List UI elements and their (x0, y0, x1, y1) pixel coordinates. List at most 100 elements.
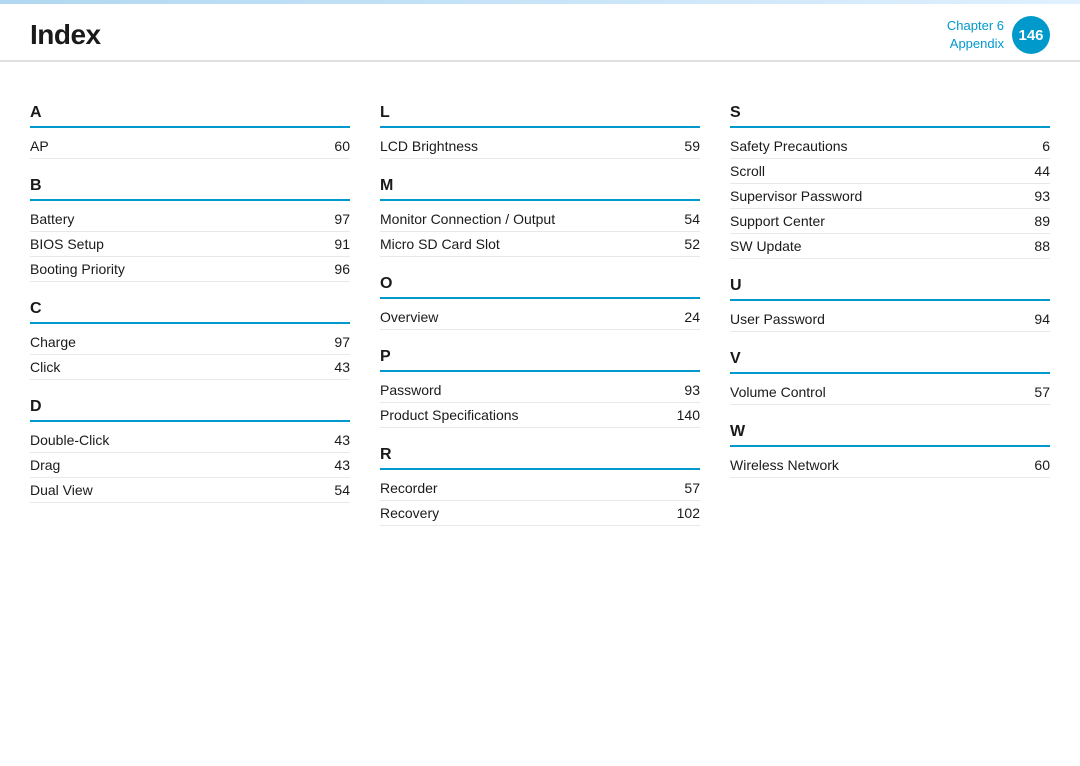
entry-term: Dual View (30, 482, 93, 498)
index-entry: Drag43 (30, 453, 350, 478)
page-header: Index Chapter 6 Appendix 146 (0, 4, 1080, 62)
section-w: W Wireless Network 60 (730, 423, 1050, 478)
section-u: U User Password 94 (730, 277, 1050, 332)
entry-term: Micro SD Card Slot (380, 236, 500, 252)
index-entry: SW Update 88 (730, 234, 1050, 259)
entry-term: Battery (30, 211, 74, 227)
section-divider-l (380, 126, 700, 128)
section-v: V Volume Control 57 (730, 350, 1050, 405)
page-title: Index (30, 19, 101, 51)
section-l: LLCD Brightness59 (380, 104, 700, 159)
index-entry: Safety Precautions 6 (730, 134, 1050, 159)
section-divider-b (30, 199, 350, 201)
index-entry: Wireless Network 60 (730, 453, 1050, 478)
index-entry: AP 60 (30, 134, 350, 159)
section-a: A AP 60 (30, 104, 350, 159)
index-content: A AP 60 B Battery 97 BIOS Setup 91 Booting Prior… (0, 62, 1080, 758)
entry-page: 43 (320, 359, 350, 375)
section-divider-a (30, 126, 350, 128)
entry-page: 97 (320, 211, 350, 227)
entry-term: Password (380, 382, 441, 398)
section-divider-v (730, 372, 1050, 374)
entry-term: SW Update (730, 238, 802, 254)
index-entry: Password 93 (380, 378, 700, 403)
entry-term: Wireless Network (730, 457, 839, 473)
section-divider-s (730, 126, 1050, 128)
entry-term: LCD Brightness (380, 138, 478, 154)
entry-page: 44 (1020, 163, 1050, 179)
section-divider-o (380, 297, 700, 299)
entry-term: Recorder (380, 480, 438, 496)
chapter-label: Chapter 6 Appendix (947, 17, 1004, 53)
section-divider-c (30, 322, 350, 324)
index-entry: Support Center 89 (730, 209, 1050, 234)
section-letter-d: D (30, 398, 350, 418)
section-d: D Double-Click 43 Drag43 Dual View 54 (30, 398, 350, 503)
entry-term: Supervisor Password (730, 188, 862, 204)
entry-term: Safety Precautions (730, 138, 848, 154)
section-letter-v: V (730, 350, 1050, 370)
entry-page: 43 (320, 432, 350, 448)
section-letter-a: A (30, 104, 350, 124)
entry-page: 91 (320, 236, 350, 252)
entry-page: 94 (1020, 311, 1050, 327)
entry-page: 57 (1020, 384, 1050, 400)
entry-page: 54 (320, 482, 350, 498)
index-entry: BIOS Setup 91 (30, 232, 350, 257)
entry-page: 102 (670, 505, 700, 521)
section-letter-u: U (730, 277, 1050, 297)
entry-page: 6 (1020, 138, 1050, 154)
section-letter-m: M (380, 177, 700, 197)
section-b: BBattery97BIOS Setup91Booting Priority96 (30, 177, 350, 282)
section-m: M Monitor Connection / Output54 Micro SD C… (380, 177, 700, 257)
entry-term: Scroll (730, 163, 765, 179)
entry-term: BIOS Setup (30, 236, 104, 252)
entry-term: Monitor Connection / Output (380, 211, 555, 227)
entry-page: 60 (320, 138, 350, 154)
index-entry: Charge 97 (30, 330, 350, 355)
section-o: OOverview24 (380, 275, 700, 330)
section-letter-w: W (730, 423, 1050, 443)
entry-page: 60 (1020, 457, 1050, 473)
section-divider-w (730, 445, 1050, 447)
index-entry: User Password 94 (730, 307, 1050, 332)
entry-term: User Password (730, 311, 825, 327)
entry-page: 88 (1020, 238, 1050, 254)
entry-term: Volume Control (730, 384, 826, 400)
entry-page: 59 (670, 138, 700, 154)
section-letter-b: B (30, 177, 350, 197)
index-entry: Volume Control 57 (730, 380, 1050, 405)
entry-page: 24 (670, 309, 700, 325)
index-entry: Recorder 57 (380, 476, 700, 501)
entry-term: Overview (380, 309, 438, 325)
index-entry: Dual View 54 (30, 478, 350, 503)
entry-page: 97 (320, 334, 350, 350)
entry-page: 89 (1020, 213, 1050, 229)
entry-term: Product Specifications (380, 407, 519, 423)
section-s: S Safety Precautions 6 Scroll 44 Supervisor P… (730, 104, 1050, 259)
index-entry: LCD Brightness 59 (380, 134, 700, 159)
entry-term: Double-Click (30, 432, 109, 448)
page-badge: 146 (1012, 16, 1050, 54)
column-1: A AP 60 B Battery 97 BIOS Setup 91 Booting Prior… (30, 82, 350, 738)
index-entry: Battery 97 (30, 207, 350, 232)
entry-term: Booting Priority (30, 261, 125, 277)
section-c: CCharge97Click43 (30, 300, 350, 380)
column-3: S Safety Precautions 6 Scroll 44 Supervisor P… (730, 82, 1050, 738)
section-letter-s: S (730, 104, 1050, 124)
index-entry: Scroll 44 (730, 159, 1050, 184)
entry-term: Recovery (380, 505, 439, 521)
entry-term: Support Center (730, 213, 825, 229)
column-2: LLCD Brightness59MMonitor Connection / O… (380, 82, 700, 738)
section-p: PPassword93Product Specifications140 (380, 348, 700, 428)
index-entry: Supervisor Password93 (730, 184, 1050, 209)
entry-term: Drag (30, 457, 60, 473)
section-letter-c: C (30, 300, 350, 320)
section-letter-r: R (380, 446, 700, 466)
entry-page: 57 (670, 480, 700, 496)
entry-page: 52 (670, 236, 700, 252)
entry-term: Charge (30, 334, 76, 350)
index-entry: Monitor Connection / Output54 (380, 207, 700, 232)
entry-page: 93 (670, 382, 700, 398)
entry-term: AP (30, 138, 49, 154)
